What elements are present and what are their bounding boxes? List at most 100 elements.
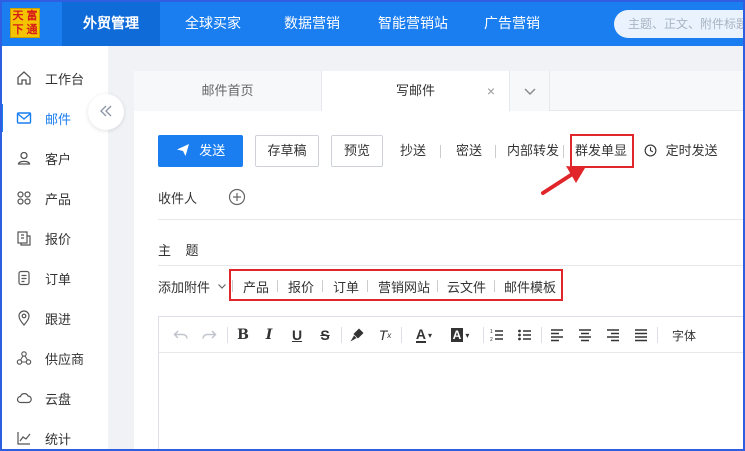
chevron-down-icon <box>217 279 227 294</box>
subject-label: 主 题 <box>158 243 199 258</box>
divider <box>401 327 402 343</box>
format-painter-icon[interactable] <box>347 325 367 345</box>
align-center-icon[interactable] <box>575 325 595 345</box>
send-button[interactable]: 发送 <box>158 135 243 167</box>
clock-icon <box>644 137 657 169</box>
sidebar-item-label: 客户 <box>45 151 72 167</box>
strikethrough-icon[interactable]: S <box>315 325 335 345</box>
global-search-input[interactable]: 主题、正文、附件标题 <box>614 10 745 38</box>
top-nav: 天 富 下 通 外贸管理 全球买家 数据营销 智能营销站 广告营销 主题、正文、… <box>0 0 745 46</box>
logo-char: 富 <box>26 9 38 22</box>
tab-compose[interactable]: 写邮件 × <box>322 71 510 112</box>
divider <box>341 327 342 343</box>
svg-text:2: 2 <box>490 337 493 343</box>
double-chevron-left-icon <box>98 103 114 122</box>
sidebar-item-workbench[interactable]: 工作台 <box>0 58 108 98</box>
clear-format-icon[interactable]: Tx <box>375 325 395 345</box>
compose-toolbar: 发送 存草稿 预览 抄送 密送 内部转发 群发单显 定时发送 <box>158 135 745 167</box>
logo-char: 下 <box>12 23 24 36</box>
add-attachment-dropdown[interactable]: 添加附件 <box>158 277 227 296</box>
align-left-icon[interactable] <box>547 325 567 345</box>
home-icon <box>16 70 32 86</box>
undo-icon[interactable] <box>171 325 191 345</box>
paper-plane-icon <box>176 138 190 168</box>
recipient-label: 收件人 <box>158 191 198 206</box>
sidebar-item-label: 产品 <box>45 191 72 207</box>
scheduled-send-label: 定时发送 <box>665 143 718 158</box>
sidebar-item-product[interactable]: 产品 <box>0 178 108 218</box>
sidebar-item-statistics[interactable]: 统计 <box>0 418 108 451</box>
bcc-link[interactable]: 密送 <box>456 135 482 167</box>
logo-char: 通 <box>26 23 38 36</box>
svg-text:1: 1 <box>490 329 493 335</box>
align-justify-icon[interactable] <box>631 325 651 345</box>
align-right-icon[interactable] <box>603 325 623 345</box>
cc-link[interactable]: 抄送 <box>400 135 426 167</box>
location-icon <box>16 310 32 326</box>
recipient-row[interactable]: 收件人 <box>158 174 745 220</box>
sidebar-item-label: 订单 <box>45 271 72 287</box>
tab-more-dropdown[interactable] <box>510 71 550 111</box>
compose-panel: 邮件首页 写邮件 × 发送 存草稿 预览 抄送 密送 内部转发 群发单显 定时发… <box>134 71 745 451</box>
italic-icon[interactable]: I <box>259 325 279 345</box>
divider <box>657 327 658 343</box>
sidebar-item-label: 工作台 <box>45 71 85 87</box>
nav-data-marketing[interactable]: 数据营销 <box>284 0 340 46</box>
sidebar-item-label: 供应商 <box>45 351 85 367</box>
divider <box>541 327 542 343</box>
user-icon <box>16 150 32 166</box>
sidebar-item-label: 邮件 <box>45 111 72 127</box>
send-button-label: 发送 <box>199 143 226 158</box>
mail-icon <box>16 110 32 126</box>
sidebar-item-supplier[interactable]: 供应商 <box>0 338 108 378</box>
logo-char: 天 <box>12 9 24 22</box>
sidebar-item-customer[interactable]: 客户 <box>0 138 108 178</box>
subject-row[interactable]: 主 题 <box>158 220 745 266</box>
sidebar-item-order[interactable]: 订单 <box>0 258 108 298</box>
divider <box>563 145 564 158</box>
supplier-icon <box>16 350 32 366</box>
font-family-select[interactable]: 字体 <box>669 325 699 345</box>
divider <box>483 327 484 343</box>
tab-mail-home[interactable]: 邮件首页 <box>134 71 322 111</box>
chart-icon <box>16 430 32 446</box>
highlight-box-attachments <box>229 269 563 301</box>
nav-global-buyers[interactable]: 全球买家 <box>185 0 241 46</box>
sidebar-item-label: 云盘 <box>45 391 72 407</box>
tab-label: 写邮件 <box>395 83 435 98</box>
sidebar-item-cloud-drive[interactable]: 云盘 <box>0 378 108 418</box>
nav-ad-marketing[interactable]: 广告营销 <box>484 0 540 46</box>
preview-button[interactable]: 预览 <box>331 135 383 167</box>
close-icon[interactable]: × <box>487 71 495 111</box>
collapse-sidebar-button[interactable] <box>88 94 124 130</box>
divider <box>440 145 441 158</box>
sidebar-item-quote[interactable]: 报价 <box>0 218 108 258</box>
sidebar-item-label: 统计 <box>45 431 72 447</box>
cloud-icon <box>16 390 32 406</box>
sidebar-item-follow-up[interactable]: 跟进 <box>0 298 108 338</box>
redo-icon[interactable] <box>199 325 219 345</box>
bold-icon[interactable]: B <box>233 325 253 345</box>
unordered-list-icon[interactable] <box>515 325 535 345</box>
ordered-list-icon[interactable]: 12 <box>487 325 507 345</box>
tab-bar-filler <box>550 71 745 110</box>
divider <box>227 327 228 343</box>
grid-icon <box>16 190 32 206</box>
app-logo[interactable]: 天 富 下 通 <box>10 8 40 38</box>
tab-label: 邮件首页 <box>201 83 254 98</box>
save-draft-button[interactable]: 存草稿 <box>255 135 319 167</box>
rich-text-editor[interactable]: B I U S Tx A ▾ A ▾ 12 字体 <box>158 316 745 451</box>
background-color-icon[interactable]: A ▾ <box>445 325 475 345</box>
scheduled-send-link[interactable]: 定时发送 <box>644 135 718 167</box>
font-color-icon[interactable]: A ▾ <box>409 325 439 345</box>
order-icon <box>16 270 32 286</box>
underline-icon[interactable]: U <box>287 325 307 345</box>
editor-toolbar: B I U S Tx A ▾ A ▾ 12 字体 <box>159 317 745 353</box>
quote-icon <box>16 230 32 246</box>
sidebar-item-label: 跟进 <box>45 311 72 327</box>
add-recipient-icon[interactable] <box>228 188 246 209</box>
nav-foreign-trade[interactable]: 外贸管理 <box>62 0 160 46</box>
nav-smart-marketing-site[interactable]: 智能营销站 <box>378 0 448 46</box>
tab-bar: 邮件首页 写邮件 × <box>134 71 745 112</box>
red-arrow-annotation <box>541 166 585 195</box>
